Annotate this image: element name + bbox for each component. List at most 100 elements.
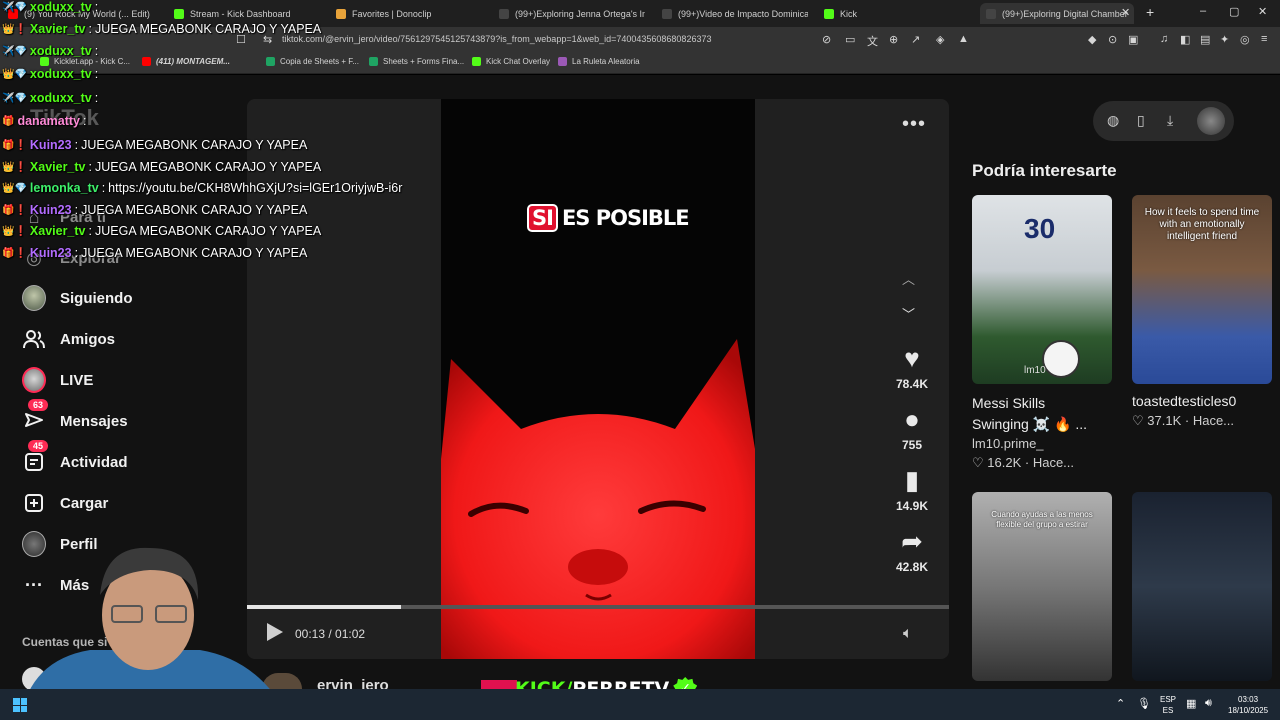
chat-badges: 👑❗ — [2, 225, 27, 237]
comment-button[interactable]: ● 755 — [887, 404, 937, 452]
video-caption: SI ES POSIBLE — [527, 204, 690, 232]
language-indicator[interactable]: ESP ES — [1160, 694, 1176, 716]
tray-chevron-icon[interactable]: ⌃ — [1116, 697, 1125, 710]
menu-icon[interactable]: ≡ — [1261, 33, 1267, 45]
volume-icon[interactable]: 🔈︎ — [903, 625, 913, 643]
clock[interactable]: 03:03 18/10/2025 — [1228, 694, 1268, 716]
chat-message: 🎁❗ Kuin23: JUEGA MEGABONK CARAJO Y YAPEA — [2, 203, 308, 217]
bookmark-item[interactable]: Copia de Sheets + F... — [266, 57, 359, 66]
bookmark-item[interactable]: Kicklet.app - Kick C... — [40, 57, 130, 66]
browser-tab[interactable]: Favorites | Donoclip — [336, 3, 486, 24]
favorite-button[interactable]: ▮ 14.9K — [887, 465, 937, 513]
sidebar-item-siguiendo[interactable]: Siguiendo — [22, 285, 133, 311]
tiktok-favicon — [499, 8, 509, 19]
sidebar-item-mensajes[interactable]: 63 Mensajes — [22, 399, 128, 433]
chat-badges: 🎁 — [2, 115, 15, 127]
wallet-icon[interactable]: ▤ — [1200, 33, 1210, 46]
sidebar-item-live[interactable]: LIVE — [22, 367, 93, 393]
chat-badges: 👑💎 — [2, 182, 27, 194]
comment-count: 755 — [901, 438, 923, 452]
red-cat-image — [441, 339, 755, 659]
bookmark-item[interactable]: Sheets + Forms Fina... — [369, 57, 464, 66]
next-video-icon[interactable]: ﹀ — [902, 304, 915, 323]
chat-message: 🎁❗ Kuin23: JUEGA MEGABONK CARAJO Y YAPEA — [2, 246, 308, 260]
translate-icon[interactable]: 文 — [867, 33, 878, 49]
chat-message: 👑❗ Xavier_tv: JUEGA MEGABONK CARAJO Y YAP… — [2, 22, 322, 36]
close-window-icon[interactable]: ✕ — [1258, 5, 1267, 18]
recommendation-title[interactable]: Messi Skills Swinging ☠️ 🔥 ... — [972, 393, 1102, 435]
music-icon[interactable]: ♫ — [1160, 33, 1168, 45]
cast-icon[interactable]: ▭ — [845, 33, 855, 46]
like-button[interactable]: ♥ 78.4K — [887, 343, 937, 391]
zoom-icon[interactable]: ⊕ — [889, 33, 898, 46]
bookmark-icon: ▮ — [904, 465, 920, 495]
volume-tray-icon[interactable]: 🔊︎ — [1205, 697, 1212, 710]
chat-message: 👑💎 lemonka_tv: https://youtu.be/CKH8WhhGX… — [2, 181, 403, 195]
sidebar-item-cargar[interactable]: Cargar — [22, 491, 108, 515]
minimize-icon[interactable]: – — [1200, 5, 1206, 17]
recommendation-author[interactable]: lm10.prime_ — [972, 436, 1044, 451]
microphone-icon[interactable]: 🎙︎ — [1137, 697, 1151, 710]
sidebar-item-amigos[interactable]: Amigos — [22, 327, 115, 351]
video-frame[interactable]: SI ES POSIBLE — [441, 99, 755, 659]
following-avatar — [22, 285, 46, 311]
windows-taskbar: ⌃ 🎙︎ ESP ES ▦ 🔊︎ 03:03 18/10/2025 — [0, 689, 1280, 720]
sidebar-toggle-icon[interactable]: ◧ — [1180, 33, 1190, 46]
roulette-favicon — [558, 57, 567, 66]
recommendations-panel: ◍ ▯ ⤓ Podría interesarte 30 lm10 Messi S… — [960, 75, 1280, 689]
bookmark-item[interactable]: La Ruleta Aleatoria — [558, 57, 640, 66]
tiktok-favicon — [662, 8, 672, 19]
ball-image — [1042, 340, 1080, 378]
extension-icon[interactable]: ◆ — [1088, 33, 1096, 46]
ai-icon[interactable]: ✦ — [1220, 33, 1229, 46]
eye-off-icon[interactable]: ⊘ — [822, 33, 831, 46]
browser-tab[interactable]: (99+)Exploring Jenna Ortega's Impa — [499, 3, 645, 24]
extension-icon[interactable]: ⊙ — [1108, 33, 1117, 46]
user-avatar[interactable] — [1197, 107, 1225, 135]
recommendations-title: Podría interesarte — [972, 161, 1117, 180]
video-options-icon[interactable]: ••• — [902, 113, 926, 136]
browser-tab[interactable]: Kick — [824, 3, 884, 24]
vpn-icon[interactable]: ◎ — [1240, 33, 1250, 46]
chat-badges: 👑❗ — [2, 161, 27, 173]
kicklet-favicon — [40, 57, 49, 66]
upload-icon — [22, 491, 46, 515]
phone-icon[interactable]: ▯ — [1137, 112, 1145, 129]
windows-start-icon[interactable] — [13, 698, 27, 712]
chat-message: ✈️💎 xoduxx_tv: — [2, 44, 99, 58]
extension-icon[interactable]: ▣ — [1128, 33, 1138, 46]
messages-icon: 63 — [22, 399, 49, 433]
brave-shield-icon[interactable]: ◈ — [936, 33, 944, 46]
chat-message: ✈️💎 xoduxx_tv: — [2, 91, 99, 105]
bookmark-item[interactable]: Kick Chat Overlay — [472, 57, 550, 66]
chat-badges: 🎁❗ — [2, 247, 27, 259]
browser-tab[interactable]: Stream - Kick Dashboard — [174, 3, 324, 24]
coin-icon[interactable]: ◍ — [1107, 112, 1119, 129]
video-progress-bar[interactable] — [247, 605, 949, 609]
new-tab-button[interactable]: + — [1146, 4, 1154, 20]
chat-badges: ✈️💎 — [2, 45, 27, 57]
browser-tab-active[interactable]: (99+)Exploring Digital Chamber — [980, 3, 1134, 24]
bookmark-item[interactable]: (411) MONTAGEM... — [142, 57, 230, 66]
recommendation-author[interactable]: toastedtesticles0 — [1132, 393, 1236, 409]
sheets-favicon — [266, 57, 275, 66]
share-page-icon[interactable]: ↗ — [911, 33, 920, 46]
browser-tab[interactable]: (99+)Video de Impacto Dominical ( — [662, 3, 808, 24]
recommendation-thumbnail[interactable]: 30 lm10 — [972, 195, 1112, 384]
previous-video-icon[interactable]: ︿ — [902, 269, 915, 288]
share-button[interactable]: ➦ 42.8K — [887, 526, 937, 574]
recommendation-thumbnail[interactable]: How it feels to spend time with an emoti… — [1132, 195, 1272, 384]
url-field[interactable]: tiktok.com/@ervin_jero/video/75612975451… — [282, 34, 711, 44]
rewards-icon[interactable]: ▲ — [958, 33, 969, 45]
chat-badges: 🎁❗ — [2, 139, 27, 151]
author-name[interactable]: ervin_jero — [317, 677, 389, 689]
maximize-icon[interactable]: ▢ — [1229, 5, 1239, 18]
recommendation-thumbnail[interactable]: Cuando ayudas a las menos flexible del g… — [972, 492, 1112, 681]
thumbnail-overlay-text: Cuando ayudas a las menos flexible del g… — [991, 510, 1093, 529]
close-tab-icon[interactable]: ✕ — [1121, 6, 1130, 19]
download-icon[interactable]: ⤓ — [1167, 112, 1173, 129]
sidebar-item-actividad[interactable]: 45 Actividad — [22, 440, 128, 474]
chat-badges: ✈️💎 — [2, 1, 27, 13]
network-icon[interactable]: ▦ — [1186, 697, 1196, 710]
recommendation-thumbnail[interactable] — [1132, 492, 1272, 681]
